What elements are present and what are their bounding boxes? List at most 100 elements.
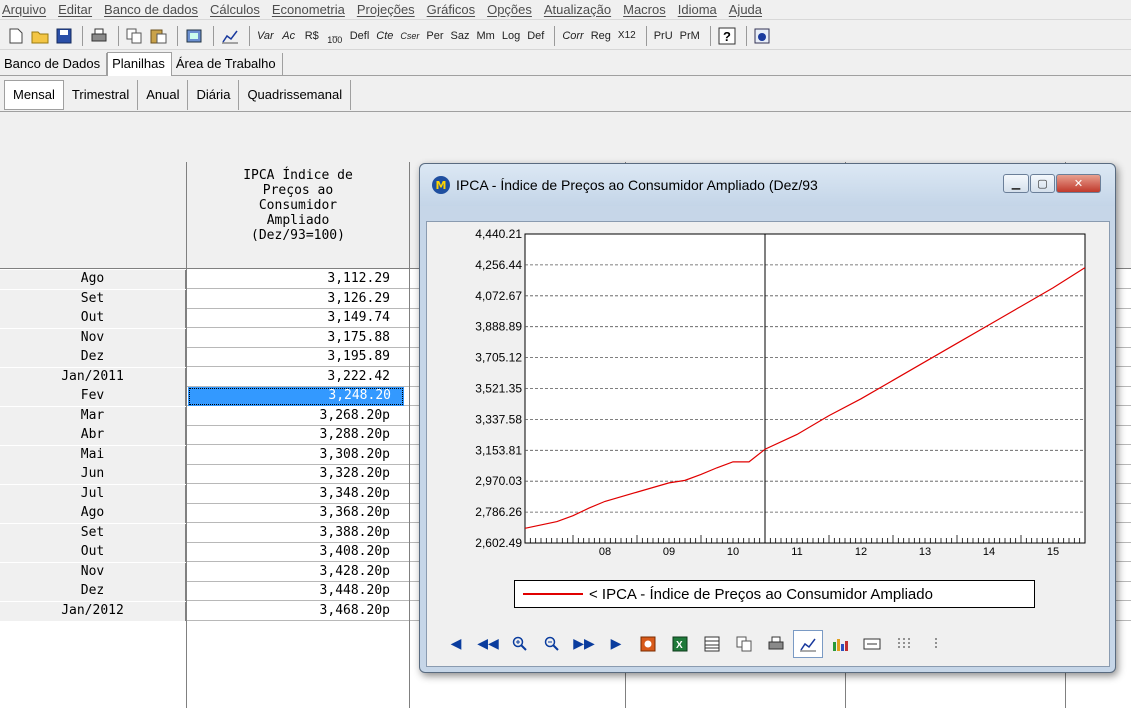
menu-item-banco-de-dados[interactable]: Banco de dados: [104, 2, 198, 17]
ipca-value-cell[interactable]: 3,149.74: [187, 309, 409, 328]
zoom-out-icon[interactable]: [537, 630, 567, 658]
menu-item-projeções[interactable]: Projeções: [357, 2, 415, 17]
menu-item-gráficos[interactable]: Gráficos: [427, 2, 475, 17]
ipca-value-cell[interactable]: 3,126.29: [187, 290, 409, 309]
ipca-value-cell[interactable]: 3,112.29: [187, 270, 409, 289]
toolbar-def-button[interactable]: Def: [525, 25, 546, 47]
ipca-value-cell[interactable]: 3,428.20p: [187, 563, 409, 582]
row-label[interactable]: Fev: [0, 387, 186, 406]
print-icon[interactable]: [88, 25, 110, 47]
tab-área-de-trabalho[interactable]: Área de Trabalho: [172, 53, 283, 75]
toolbar-defl-button[interactable]: Defl: [348, 25, 372, 47]
exit-icon[interactable]: [752, 25, 772, 47]
ipca-value-cell[interactable]: 3,308.20p: [187, 446, 409, 465]
toolbar-rs-button[interactable]: R$: [302, 25, 322, 47]
ipca-value-cell[interactable]: 3,328.20p: [187, 465, 409, 484]
excel-export-icon[interactable]: X: [665, 630, 695, 658]
toolbar-mm-button[interactable]: Mm: [475, 25, 497, 47]
tab-anual[interactable]: Anual: [138, 79, 189, 110]
copy-chart-icon[interactable]: [729, 630, 759, 658]
toolbar-cte-button[interactable]: Cte: [374, 25, 395, 47]
toolbar-index-button[interactable]: _ 100: [325, 25, 345, 47]
rewind-icon[interactable]: ◀◀: [473, 630, 503, 658]
menu-item-cálculos[interactable]: Cálculos: [210, 2, 260, 17]
menu-item-ajuda[interactable]: Ajuda: [729, 2, 762, 17]
close-button[interactable]: ✕: [1056, 174, 1101, 193]
toolbar-prm-button[interactable]: PrM: [678, 25, 702, 47]
row-label[interactable]: Jan/2012: [0, 601, 186, 621]
toolbar-reg-button[interactable]: Reg: [589, 25, 613, 47]
ipca-value-cell[interactable]: 3,408.20p: [187, 543, 409, 562]
ipca-value-cell[interactable]: 3,268.20p: [187, 407, 409, 426]
tab-trimestral[interactable]: Trimestral: [64, 79, 139, 110]
help-icon[interactable]: ?: [716, 25, 738, 47]
row-label[interactable]: Abr: [0, 426, 186, 445]
row-label[interactable]: Nov: [0, 562, 186, 582]
database-icon[interactable]: [183, 25, 205, 47]
keyboard-icon[interactable]: [857, 630, 887, 658]
row-label[interactable]: Set: [0, 523, 186, 543]
fast-forward-icon[interactable]: ▶▶: [569, 630, 599, 658]
new-file-icon[interactable]: [6, 25, 26, 47]
copy-icon[interactable]: [124, 25, 144, 47]
more-options-icon[interactable]: [921, 630, 951, 658]
menu-item-macros[interactable]: Macros: [623, 2, 666, 17]
toolbar-per-button[interactable]: Per: [424, 25, 445, 47]
zoom-in-icon[interactable]: [505, 630, 535, 658]
ipca-value-cell[interactable]: 3,175.88: [187, 329, 409, 348]
toolbar-cser-button[interactable]: Cser: [398, 25, 421, 47]
toolbar-x12-button[interactable]: X12: [616, 25, 638, 47]
row-label[interactable]: Out: [0, 309, 186, 328]
ipca-value-cell[interactable]: 3,348.20p: [187, 485, 409, 504]
tab-mensal[interactable]: Mensal: [4, 79, 64, 110]
line-chart[interactable]: 4,440.21 4,256.44 4,072.67 3,888.89 3,705.12…: [427, 222, 1111, 574]
row-label[interactable]: Mai: [0, 445, 186, 465]
toolbar-corr-button[interactable]: Corr: [560, 25, 585, 47]
toolbar-saz-button[interactable]: Saz: [449, 25, 472, 47]
ipca-value-cell[interactable]: 3,468.20p: [187, 602, 409, 621]
row-label[interactable]: Set: [0, 289, 186, 309]
line-chart-mode-icon[interactable]: [793, 630, 823, 658]
print-chart-icon[interactable]: [761, 630, 791, 658]
toolbar-log-button[interactable]: Log: [500, 25, 522, 47]
row-label[interactable]: Jul: [0, 484, 186, 504]
open-folder-icon[interactable]: [29, 25, 51, 47]
maximize-button[interactable]: ▢: [1030, 174, 1055, 193]
table-view-icon[interactable]: [697, 630, 727, 658]
toolbar-pru-button[interactable]: PrU: [652, 25, 675, 47]
row-label[interactable]: Jan/2011: [0, 367, 186, 387]
tab-banco-de-dados[interactable]: Banco de Dados: [0, 53, 108, 75]
save-icon[interactable]: [54, 25, 74, 47]
menu-item-arquivo[interactable]: Arquivo: [2, 2, 46, 17]
minimize-button[interactable]: ▁: [1003, 174, 1029, 193]
menu-item-econometria[interactable]: Econometria: [272, 2, 345, 17]
tab-planilhas[interactable]: Planilhas: [107, 52, 172, 76]
step-forward-icon[interactable]: ▶: [601, 630, 631, 658]
tab-quadrissemanal[interactable]: Quadrissemanal: [239, 79, 352, 110]
menu-item-atualização[interactable]: Atualização: [544, 2, 611, 17]
powerpoint-export-icon[interactable]: [633, 630, 663, 658]
row-label[interactable]: Mar: [0, 406, 186, 426]
row-label[interactable]: Out: [0, 543, 186, 562]
step-back-icon[interactable]: ◀: [441, 630, 471, 658]
row-label[interactable]: Ago: [0, 504, 186, 523]
row-label[interactable]: Dez: [0, 348, 186, 367]
ipca-value-cell[interactable]: 3,195.89: [187, 348, 409, 367]
ipca-value-cell[interactable]: 3,248.20: [188, 387, 404, 406]
chart-window[interactable]: M IPCA - Índice de Preços ao Consumidor …: [419, 163, 1116, 673]
bar-chart-mode-icon[interactable]: [825, 630, 855, 658]
menu-item-opções[interactable]: Opções: [487, 2, 532, 17]
line-chart-icon[interactable]: [219, 25, 241, 47]
columns-icon[interactable]: [889, 630, 919, 658]
ipca-value-cell[interactable]: 3,222.42: [187, 368, 409, 387]
tab-diária[interactable]: Diária: [188, 79, 240, 110]
menu-item-editar[interactable]: Editar: [58, 2, 92, 17]
row-label[interactable]: Nov: [0, 328, 186, 348]
ipca-value-cell[interactable]: 3,368.20p: [187, 504, 409, 523]
row-label[interactable]: Ago: [0, 270, 186, 289]
toolbar-ac-button[interactable]: Ac: [279, 25, 299, 47]
row-label[interactable]: Dez: [0, 582, 186, 601]
ipca-value-cell[interactable]: 3,388.20p: [187, 524, 409, 543]
paste-icon[interactable]: [147, 25, 169, 47]
row-label[interactable]: Jun: [0, 465, 186, 484]
